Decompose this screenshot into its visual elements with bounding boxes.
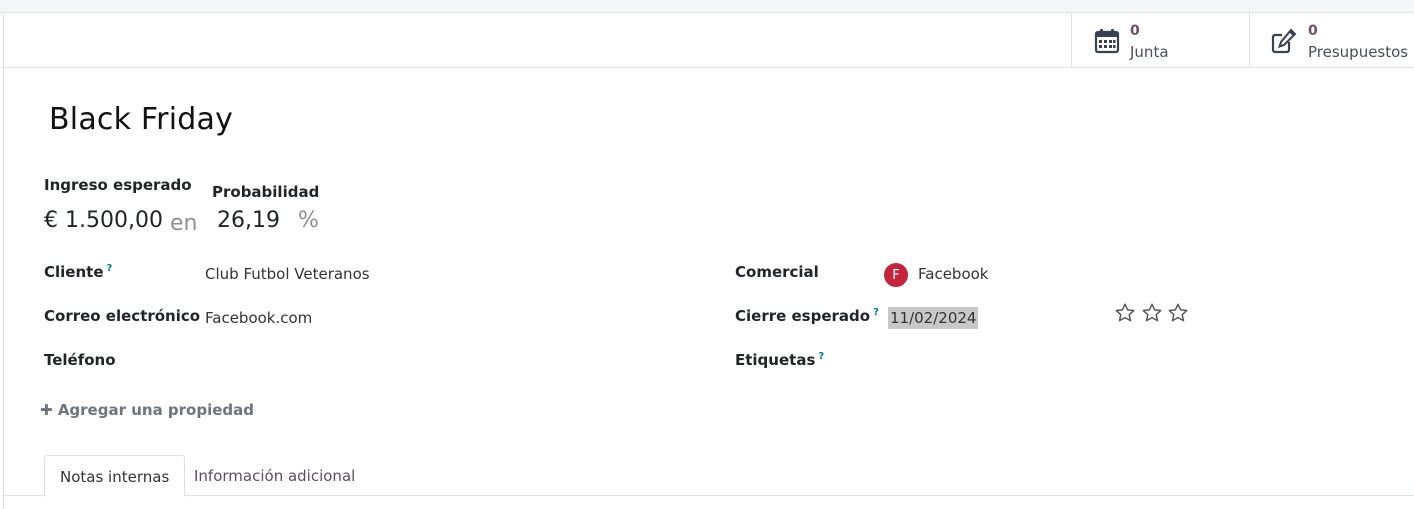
tab-internal-notes[interactable]: Notas internas — [44, 455, 186, 497]
meetings-stat-button[interactable]: 0 Junta — [1071, 13, 1250, 67]
quotations-count: 0 — [1308, 23, 1318, 39]
left-border — [3, 12, 4, 509]
star-icon[interactable] — [1114, 302, 1136, 324]
salesperson-label: Comercial — [735, 263, 819, 281]
smart-button-bar: 0 Junta 0 Presupuestos — [4, 13, 1414, 68]
help-icon[interactable]: ? — [818, 351, 824, 362]
star-icon[interactable] — [1141, 302, 1163, 324]
meetings-label: Junta — [1130, 43, 1169, 61]
tags-label: Etiquetas? — [735, 351, 825, 369]
quotations-stat-button[interactable]: 0 Presupuestos — [1249, 13, 1414, 67]
avatar: F — [884, 263, 908, 287]
probability-value[interactable]: 26,19 — [217, 208, 280, 233]
expected-revenue-value[interactable]: € 1.500,00 — [44, 208, 163, 233]
meetings-count: 0 — [1130, 23, 1140, 39]
opportunity-title[interactable]: Black Friday — [49, 102, 233, 137]
phone-label: Teléfono — [44, 351, 116, 369]
help-icon[interactable]: ? — [873, 307, 879, 318]
add-property-button[interactable]: ✚ Agregar una propiedad — [40, 401, 254, 419]
top-strip — [0, 0, 1414, 13]
phone-field[interactable] — [205, 351, 685, 371]
help-icon[interactable]: ? — [107, 263, 113, 274]
salesperson-field[interactable]: Facebook — [918, 265, 988, 283]
probability-label: Probabilidad — [212, 183, 320, 201]
star-icon[interactable] — [1167, 302, 1189, 324]
plus-icon: ✚ — [40, 401, 53, 419]
tab-additional-info[interactable]: Información adicional — [179, 455, 370, 495]
quotations-label: Presupuestos — [1308, 43, 1409, 61]
tabs-divider — [4, 495, 1414, 496]
revenue-connector: en — [170, 211, 198, 236]
client-label: Cliente? — [44, 263, 113, 281]
tags-field[interactable] — [888, 351, 1088, 371]
calendar-icon — [1094, 29, 1120, 54]
expected-revenue-label: Ingreso esperado — [44, 176, 192, 194]
expected-closing-date-field[interactable]: 11/02/2024 — [888, 307, 979, 329]
probability-unit: % — [298, 208, 319, 233]
expected-closing-label: Cierre esperado? — [735, 307, 879, 325]
email-field[interactable]: Facebook.com — [205, 309, 312, 327]
client-field[interactable]: Club Futbol Veteranos — [205, 265, 370, 283]
edit-icon — [1271, 28, 1297, 54]
email-label: Correo electrónico — [44, 307, 201, 325]
